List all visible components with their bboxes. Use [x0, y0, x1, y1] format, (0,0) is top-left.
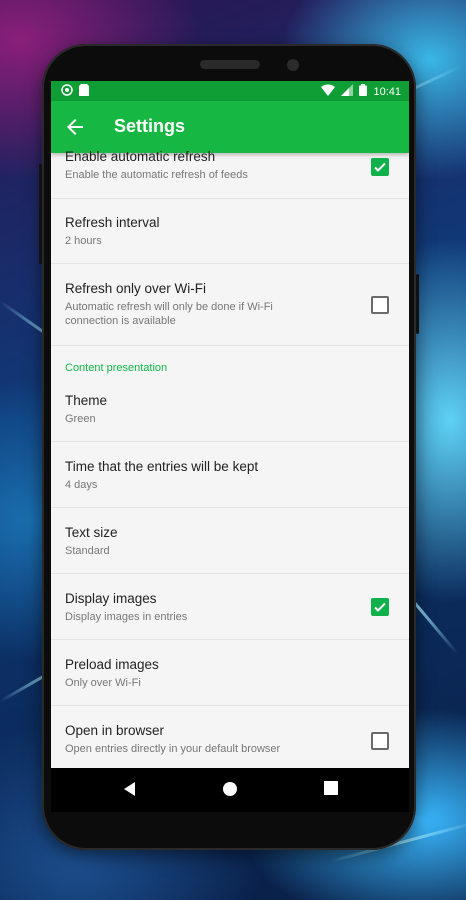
status-bar: 10:41 — [51, 81, 409, 101]
setting-summary: Enable the automatic refresh of feeds — [65, 169, 248, 181]
battery-icon — [359, 84, 368, 99]
setting-theme[interactable]: Theme Green — [51, 376, 409, 442]
setting-summary: Automatic refresh will only be done if W… — [65, 301, 273, 327]
front-camera — [287, 59, 299, 71]
setting-title: Enable automatic refresh — [65, 149, 216, 164]
setting-title: Text size — [65, 525, 118, 540]
page-title: Settings — [114, 116, 186, 136]
wifi-only-checkbox[interactable] — [371, 296, 389, 314]
notification-icon — [61, 84, 73, 99]
earpiece-speaker — [200, 60, 260, 69]
setting-title: Open in browser — [65, 723, 165, 738]
category-header: Content presentation — [65, 362, 168, 374]
setting-preload-images[interactable]: Preload images Only over Wi-Fi — [51, 640, 409, 706]
signal-icon — [341, 84, 354, 99]
home-circle-icon[interactable] — [222, 781, 238, 802]
open-in-browser-checkbox[interactable] — [371, 732, 389, 750]
setting-summary: Standard — [65, 545, 110, 557]
setting-title: Preload images — [65, 657, 159, 672]
automatic-refresh-checkbox[interactable] — [371, 158, 389, 176]
volume-button — [39, 164, 42, 264]
wifi-icon — [321, 84, 336, 99]
setting-title: Refresh interval — [65, 215, 160, 230]
checkmark-icon — [374, 162, 386, 172]
setting-summary: 2 hours — [65, 235, 102, 247]
setting-entries-kept[interactable]: Time that the entries will be kept 4 day… — [51, 442, 409, 508]
navigation-bar — [51, 768, 409, 812]
setting-title: Refresh only over Wi-Fi — [65, 281, 207, 296]
setting-summary: Open entries directly in your default br… — [65, 743, 281, 755]
setting-display-images[interactable]: Display images Display images in entries — [51, 574, 409, 640]
arrow-left-icon[interactable] — [63, 115, 87, 139]
setting-open-in-browser[interactable]: Open in browser Open entries directly in… — [51, 706, 409, 768]
power-button — [416, 274, 419, 334]
setting-title: Time that the entries will be kept — [65, 459, 259, 474]
setting-text-size[interactable]: Text size Standard — [51, 508, 409, 574]
recents-square-icon[interactable] — [324, 781, 338, 800]
status-time: 10:41 — [373, 85, 401, 98]
setting-refresh-wifi-only[interactable]: Refresh only over Wi-Fi Automatic refres… — [51, 264, 409, 346]
checkmark-icon — [374, 602, 386, 612]
back-triangle-icon[interactable] — [123, 781, 137, 802]
setting-summary: Only over Wi-Fi — [65, 677, 141, 689]
display-images-checkbox[interactable] — [371, 598, 389, 616]
setting-title: Theme — [65, 393, 108, 408]
setting-automatic-refresh[interactable]: Enable automatic refresh Enable the auto… — [51, 149, 409, 199]
setting-refresh-interval[interactable]: Refresh interval 2 hours — [51, 198, 409, 264]
setting-title: Display images — [65, 591, 157, 606]
setting-summary: Green — [65, 413, 96, 425]
setting-summary: Display images in entries — [65, 611, 188, 623]
setting-summary: 4 days — [65, 479, 98, 491]
app-screen: 10:41 Settings Enable automatic refresh … — [51, 81, 409, 768]
app-bar: Settings — [51, 101, 409, 153]
sim-icon — [79, 84, 89, 99]
